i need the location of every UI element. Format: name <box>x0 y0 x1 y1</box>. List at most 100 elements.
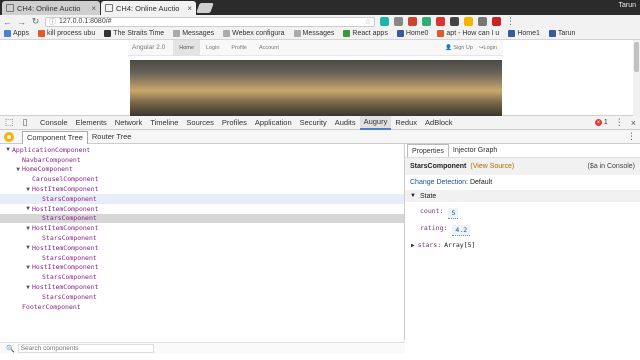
state-prop-stars[interactable]: ▶ stars: Array[5] <box>405 241 640 249</box>
tree-node[interactable]: FooterComponent <box>0 302 404 312</box>
bookmark-item[interactable]: Messages <box>173 30 214 37</box>
tab-redux[interactable]: Redux <box>391 116 421 130</box>
login-link[interactable]: ↪Login <box>479 45 497 51</box>
tree-node[interactable]: StarsComponent <box>0 233 404 243</box>
expand-arrow-icon[interactable]: ▼ <box>24 225 32 232</box>
collapse-arrow-icon[interactable]: ▼ <box>410 193 416 199</box>
user-icon: 👤 <box>444 44 452 51</box>
tab-injector-graph[interactable]: Injector Graph <box>449 144 501 157</box>
tree-node[interactable]: StarsComponent <box>0 193 404 204</box>
bookmark-item[interactable]: Home1 <box>508 30 540 37</box>
scrollbar-thumb[interactable] <box>634 42 639 72</box>
tab-timeline[interactable]: Timeline <box>146 116 182 130</box>
close-icon[interactable]: × <box>187 4 192 13</box>
menu-icon[interactable]: ⋮ <box>506 16 515 27</box>
extension-icon[interactable] <box>450 17 459 26</box>
extension-icon[interactable] <box>478 17 487 26</box>
nav-link-profile[interactable]: Profile <box>225 40 253 56</box>
apps-icon <box>4 30 11 37</box>
tab-augury[interactable]: Augury <box>359 115 392 130</box>
view-source-link[interactable]: (View Source) <box>470 163 514 170</box>
tree-node[interactable]: ▼ ApplicationComponent <box>0 145 404 155</box>
tree-node[interactable]: ▼ HostItemComponent <box>0 243 404 253</box>
augury-menu-icon[interactable]: ⋮ <box>627 131 636 142</box>
bookmark-apps[interactable]: Apps <box>4 30 29 37</box>
expand-arrow-icon[interactable]: ▼ <box>24 284 32 291</box>
tree-node[interactable]: StarsComponent <box>0 213 404 224</box>
tab-network[interactable]: Network <box>111 116 147 130</box>
info-icon[interactable]: ⓘ <box>49 17 56 27</box>
tab-router-tree[interactable]: Router Tree <box>88 130 136 144</box>
inspect-icon[interactable]: ⬚ <box>4 117 14 128</box>
extension-icon[interactable] <box>394 17 403 26</box>
bookmark-item[interactable]: The Straits Time <box>104 30 164 37</box>
profile-name[interactable]: Tarun <box>618 2 636 9</box>
tab-application[interactable]: Application <box>251 116 296 130</box>
reload-icon[interactable]: ↻ <box>31 16 40 27</box>
bookmark-item[interactable]: Webex configura <box>223 30 285 37</box>
expand-arrow-icon[interactable]: ▼ <box>14 166 22 173</box>
signup-link[interactable]: 👤 Sign Up <box>445 45 473 51</box>
prop-value-editor[interactable]: 5 <box>448 208 459 219</box>
nav-link-login[interactable]: Login <box>200 40 225 56</box>
bookmark-item[interactable]: Messages <box>293 30 334 37</box>
app-brand[interactable]: Angular 2.0 <box>132 44 165 51</box>
tree-node[interactable]: ▼ HomeComponent <box>0 165 404 175</box>
expand-arrow-icon[interactable]: ▶ <box>411 242 415 249</box>
state-section-header[interactable]: ▼ State <box>405 190 640 202</box>
carousel-image[interactable] <box>130 60 502 116</box>
devtools-close-icon[interactable]: × <box>631 118 636 128</box>
back-icon[interactable]: ← <box>3 17 12 27</box>
extension-icon[interactable] <box>422 17 431 26</box>
tree-node[interactable]: StarsComponent <box>0 253 404 263</box>
expand-arrow-icon[interactable]: ▼ <box>24 244 32 251</box>
tree-node[interactable]: ▼ HostItemComponent <box>0 263 404 273</box>
tab-adblock[interactable]: AdBlock <box>421 116 457 130</box>
tab-elements[interactable]: Elements <box>72 116 111 130</box>
tree-node[interactable]: CarouselComponent <box>0 174 404 184</box>
expand-arrow-icon[interactable]: ▼ <box>24 186 32 193</box>
url-input[interactable]: ⓘ 127.0.0.1:8080/# ☆ <box>45 16 375 27</box>
expand-arrow-icon[interactable]: ▼ <box>24 205 32 212</box>
devtools-menu-icon[interactable]: ⋮ <box>615 117 624 128</box>
extension-icon[interactable] <box>380 17 389 26</box>
tree-node[interactable]: ▼ HostItemComponent <box>0 223 404 233</box>
page-scrollbar[interactable] <box>633 40 640 116</box>
bookmark-item[interactable]: React apps <box>343 30 388 37</box>
extension-icon[interactable] <box>408 17 417 26</box>
tree-node[interactable]: NavbarComponent <box>0 155 404 165</box>
extension-icon[interactable] <box>492 17 501 26</box>
bookmark-star-icon[interactable]: ☆ <box>365 18 371 26</box>
error-count-badge[interactable]: × 1 <box>594 119 608 126</box>
tab-properties[interactable]: Properties <box>407 144 449 157</box>
prop-value-editor[interactable]: 4.2 <box>452 225 471 236</box>
new-tab-button[interactable] <box>196 3 214 13</box>
tree-node[interactable]: StarsComponent <box>0 292 404 302</box>
bookmark-item[interactable]: Tarun <box>548 30 575 37</box>
tab-audits[interactable]: Audits <box>331 116 360 130</box>
browser-tab-2[interactable]: CH4: Online Auctio × <box>101 1 196 15</box>
tab-console[interactable]: Console <box>36 116 72 130</box>
browser-tab-1[interactable]: CH4: Online Auctio × <box>2 1 100 15</box>
extension-icon[interactable] <box>464 17 473 26</box>
bookmark-item[interactable]: kill process ubu <box>37 30 95 37</box>
bookmark-item[interactable]: apt - How can I u <box>437 30 499 37</box>
nav-link-home[interactable]: Home <box>173 39 200 56</box>
device-toolbar-icon[interactable]: ▯ <box>20 117 30 128</box>
tab-sources[interactable]: Sources <box>182 116 218 130</box>
tab-profiles[interactable]: Profiles <box>218 116 251 130</box>
nav-link-account[interactable]: Account <box>253 40 285 56</box>
extension-icon[interactable] <box>436 17 445 26</box>
tree-node[interactable]: StarsComponent <box>0 272 404 282</box>
tree-node[interactable]: ▼ HostItemComponent <box>0 184 404 194</box>
tree-node[interactable]: ▼ HostItemComponent <box>0 204 404 214</box>
expand-arrow-icon[interactable]: ▼ <box>4 146 12 153</box>
search-input[interactable] <box>17 344 154 353</box>
expand-arrow-icon[interactable]: ▼ <box>24 264 32 271</box>
bookmark-item[interactable]: Home0 <box>396 30 428 37</box>
tree-node[interactable]: ▼ HostItemComponent <box>0 282 404 292</box>
forward-icon[interactable]: → <box>17 17 26 27</box>
tab-security[interactable]: Security <box>296 116 331 130</box>
close-icon[interactable]: × <box>91 4 96 13</box>
tab-component-tree[interactable]: Component Tree <box>22 130 88 144</box>
